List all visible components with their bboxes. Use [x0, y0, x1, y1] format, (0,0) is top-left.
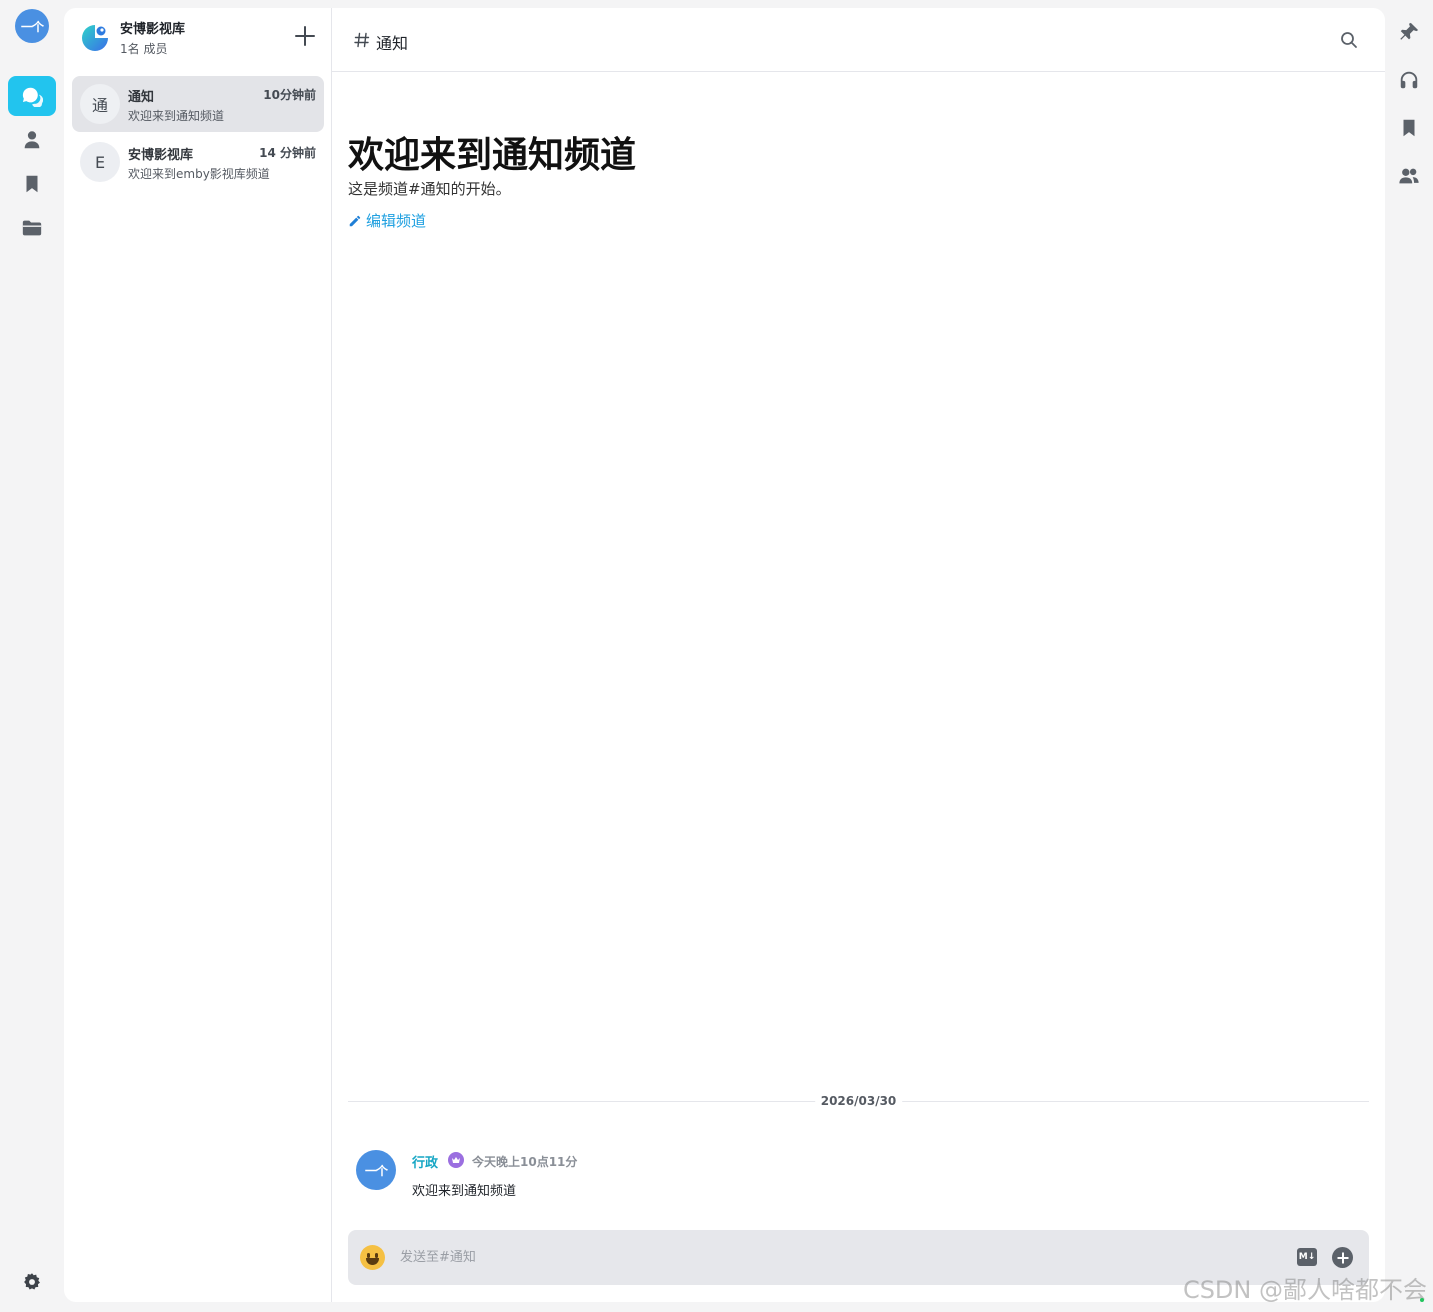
channel-avatar: 通 [80, 84, 120, 124]
pinned-button[interactable] [1397, 20, 1421, 44]
channel-title: 通知 [376, 34, 409, 53]
search-icon[interactable] [1339, 30, 1359, 50]
chat-icon [22, 87, 43, 107]
right-rail [1385, 0, 1433, 1312]
bookmark-icon [26, 175, 38, 193]
channel-preview: 欢迎来到emby影视库频道 [128, 167, 270, 181]
chat-header: 通知 [332, 8, 1385, 72]
welcome-title: 欢迎来到通知频道 [348, 135, 637, 176]
markdown-toggle-button[interactable]: M↓ [1297, 1248, 1317, 1266]
channel-time: 14 分钟前 [259, 146, 316, 160]
channel-avatar: E [80, 142, 120, 182]
date-label: 2026/03/30 [814, 1094, 903, 1108]
watermark: CSDN @鄙人啥都不会 [1182, 1276, 1427, 1304]
channel-list-panel: 安博影视库 1名 成员 通 通知 10分钟前 欢迎来到通知频道 E 安博影视库 … [64, 8, 332, 1302]
add-channel-button[interactable] [293, 24, 317, 48]
pencil-icon [349, 215, 361, 226]
left-rail: 一个 [0, 0, 64, 1312]
message-text: 欢迎来到通知频道 [412, 1184, 517, 1199]
message-author[interactable]: 行政 [412, 1152, 438, 1171]
welcome-subtitle: 这是频道#通知的开始。 [348, 180, 511, 198]
folder-icon [22, 220, 42, 236]
message-item: 一个 行政 今天晚上10点11分 欢迎来到通知频道 [356, 1148, 1356, 1208]
settings-button[interactable] [8, 1262, 56, 1302]
members-button[interactable] [1397, 164, 1421, 188]
server-logo[interactable] [80, 23, 110, 53]
message-time: 今天晚上10点11分 [472, 1155, 578, 1169]
headphones-icon [1400, 71, 1418, 89]
rail-user-button[interactable] [8, 120, 56, 160]
voice-button[interactable] [1397, 68, 1421, 92]
server-member-count: 1名 成员 [120, 42, 168, 56]
attach-plus-button[interactable] [1332, 1247, 1353, 1268]
server-name: 安博影视库 [120, 22, 186, 37]
user-icon [24, 131, 40, 149]
rail-bookmark-button[interactable] [8, 164, 56, 204]
edit-channel-label: 编辑频道 [366, 212, 427, 230]
rail-folder-button[interactable] [8, 208, 56, 248]
channel-preview: 欢迎来到通知频道 [128, 109, 225, 123]
channel-item-emby[interactable]: E 安博影视库 14 分钟前 欢迎来到emby影视库频道 [72, 134, 324, 190]
edit-channel-link[interactable]: 编辑频道 [348, 210, 426, 231]
message-input[interactable] [400, 1240, 1280, 1275]
emoji-icon[interactable] [360, 1245, 385, 1270]
saved-button[interactable] [1397, 116, 1421, 140]
gear-icon [24, 1273, 40, 1290]
members-icon [1399, 168, 1419, 184]
avatar[interactable]: 一个 [356, 1150, 396, 1190]
channel-name: 安博影视库 [128, 148, 194, 163]
chat-main: 通知 欢迎来到通知频道 这是频道#通知的开始。 编辑频道 2026/03/30 … [332, 8, 1385, 1302]
status-dot [1420, 1298, 1424, 1302]
hash-icon [354, 32, 370, 48]
rail-chat-button[interactable] [8, 76, 56, 116]
app-logo[interactable]: 一个 [15, 9, 49, 43]
emoji-mouth [366, 1258, 379, 1265]
pin-icon [1400, 22, 1419, 40]
date-divider: 2026/03/30 [348, 1092, 1369, 1110]
server-header: 安博影视库 1名 成员 [64, 8, 331, 72]
channel-item-notice[interactable]: 通 通知 10分钟前 欢迎来到通知频道 [72, 76, 324, 132]
channel-time: 10分钟前 [263, 88, 316, 102]
crown-icon [448, 1152, 464, 1168]
channel-name: 通知 [128, 90, 155, 105]
bookmark-icon [1403, 119, 1415, 137]
